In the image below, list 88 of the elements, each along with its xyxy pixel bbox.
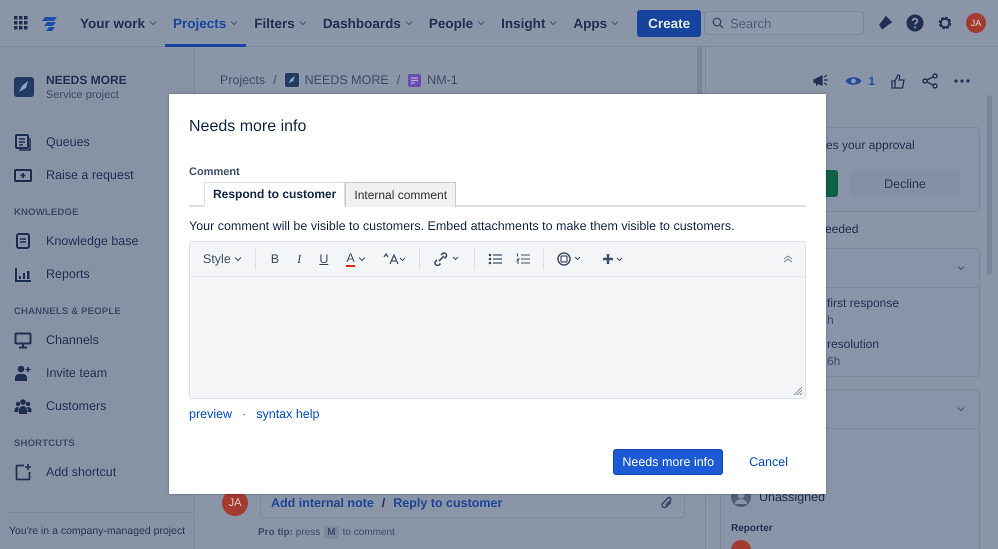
- nav-menu-item[interactable]: Dashboards: [314, 0, 421, 46]
- breadcrumb-separator: /: [396, 73, 400, 87]
- emoji-icon[interactable]: [556, 252, 583, 266]
- chevron-down-icon: [234, 256, 242, 262]
- issue-type-icon: [408, 74, 422, 86]
- visibility-hint: Your comment will be visible to customers. Embed attachments to make them visible to customers.: [189, 219, 736, 233]
- project-name: NEEDS MORE: [46, 73, 127, 87]
- person-add-icon: [14, 364, 32, 382]
- section-heading: CHANNELS & PEOPLE: [13, 305, 122, 319]
- nav-menu-item[interactable]: Insight: [493, 0, 566, 46]
- nav-menu-item[interactable]: Apps: [565, 0, 628, 46]
- bullet-list-icon[interactable]: [488, 253, 502, 265]
- queue-icon: [14, 132, 32, 150]
- breadcrumb-link[interactable]: NEEDS MORE: [304, 73, 389, 87]
- watcher-count: 1: [868, 74, 875, 88]
- product-logo-icon[interactable]: [42, 16, 58, 30]
- app-grid-icon[interactable]: [14, 16, 28, 30]
- chevron-down-icon: [477, 20, 486, 26]
- project-type: Service project: [46, 89, 120, 101]
- book-icon: [14, 232, 32, 250]
- link-icon[interactable]: [432, 252, 461, 266]
- thumbs-up-icon[interactable]: [891, 74, 906, 88]
- search-field[interactable]: Search: [704, 11, 864, 35]
- settings-icon[interactable]: [936, 14, 954, 32]
- paperclip-icon[interactable]: [660, 495, 674, 511]
- nav-menu-item[interactable]: Filters: [246, 0, 315, 46]
- section-heading: KNOWLEDGE: [13, 206, 80, 220]
- sla-time: 6h: [827, 354, 842, 368]
- help-icon[interactable]: [906, 14, 924, 32]
- keyboard-key: M: [324, 526, 339, 539]
- breadcrumb-link[interactable]: NM-1: [427, 73, 458, 87]
- chevron-down-icon: [298, 20, 307, 26]
- eye-icon[interactable]: [845, 75, 862, 87]
- assignee-value: Unassigned: [759, 490, 826, 504]
- numbered-list-icon[interactable]: [516, 253, 530, 265]
- nav-menu-item[interactable]: People: [420, 0, 494, 46]
- text-size-icon[interactable]: [382, 253, 406, 265]
- share-icon[interactable]: [922, 73, 938, 89]
- link-separator: ·: [242, 407, 246, 421]
- style-dropdown[interactable]: Style: [198, 250, 247, 268]
- approval-text: es your approval: [826, 138, 916, 152]
- approval-note: eeded: [825, 222, 860, 236]
- italic-button[interactable]: I: [290, 250, 308, 268]
- preview-link[interactable]: preview: [189, 407, 232, 421]
- pro-tip-text: Pro tip: press: [258, 527, 320, 538]
- text-color-button[interactable]: A: [339, 250, 373, 268]
- bold-button[interactable]: B: [264, 250, 286, 268]
- action-separator: /: [382, 496, 386, 510]
- section-heading: SHORTCUTS: [13, 437, 76, 451]
- chevron-down-icon: [358, 256, 366, 262]
- more-icon[interactable]: [954, 79, 970, 83]
- comment-editor[interactable]: Style B I U A: [189, 241, 806, 399]
- field-label: Comment: [189, 166, 241, 178]
- resize-grip-icon[interactable]: [793, 386, 803, 396]
- decline-button[interactable]: Decline: [850, 170, 960, 197]
- comment-tab[interactable]: Internal comment: [345, 182, 456, 207]
- submit-button[interactable]: Needs more info: [613, 449, 724, 475]
- sla-time: h: [827, 313, 835, 327]
- pro-tip-text: to comment: [342, 527, 395, 538]
- comment-action-link[interactable]: Reply to customer: [393, 496, 502, 510]
- sla-title: resolution: [827, 337, 880, 351]
- nav-menu-item[interactable]: Your work: [72, 0, 166, 46]
- sidebar-item[interactable]: Add shortcut: [0, 455, 194, 488]
- comment-action-link[interactable]: Add internal note: [271, 496, 374, 510]
- people-icon: [14, 396, 32, 414]
- reporter-avatar: [731, 540, 751, 549]
- chevron-down-icon: [549, 20, 558, 26]
- monitor-icon: [14, 330, 32, 348]
- chevron-down-icon: [149, 20, 158, 26]
- comment-tab[interactable]: Respond to customer: [204, 182, 346, 207]
- syntax-help-link[interactable]: syntax help: [256, 407, 320, 421]
- underline-button[interactable]: U: [312, 250, 336, 268]
- search-icon: [712, 17, 724, 29]
- cancel-button[interactable]: Cancel: [743, 454, 794, 470]
- footer-note: You're in a company-managed project: [6, 512, 194, 549]
- user-avatar[interactable]: JA: [966, 13, 986, 33]
- megaphone-icon[interactable]: [813, 74, 830, 88]
- chevron-down-icon: [611, 20, 620, 26]
- create-button[interactable]: Create: [637, 10, 702, 36]
- field-label: Reporter: [731, 523, 774, 534]
- dialog-title: Needs more info: [189, 118, 308, 136]
- collapse-toolbar-icon[interactable]: [783, 255, 793, 263]
- chevron-down-icon: [404, 20, 413, 26]
- breadcrumb-separator: /: [273, 73, 277, 87]
- breadcrumb-link[interactable]: Projects: [220, 73, 266, 87]
- chevron-down-icon: [230, 20, 238, 26]
- add-shortcut-icon: [14, 462, 32, 480]
- sla-title: first response: [827, 296, 900, 310]
